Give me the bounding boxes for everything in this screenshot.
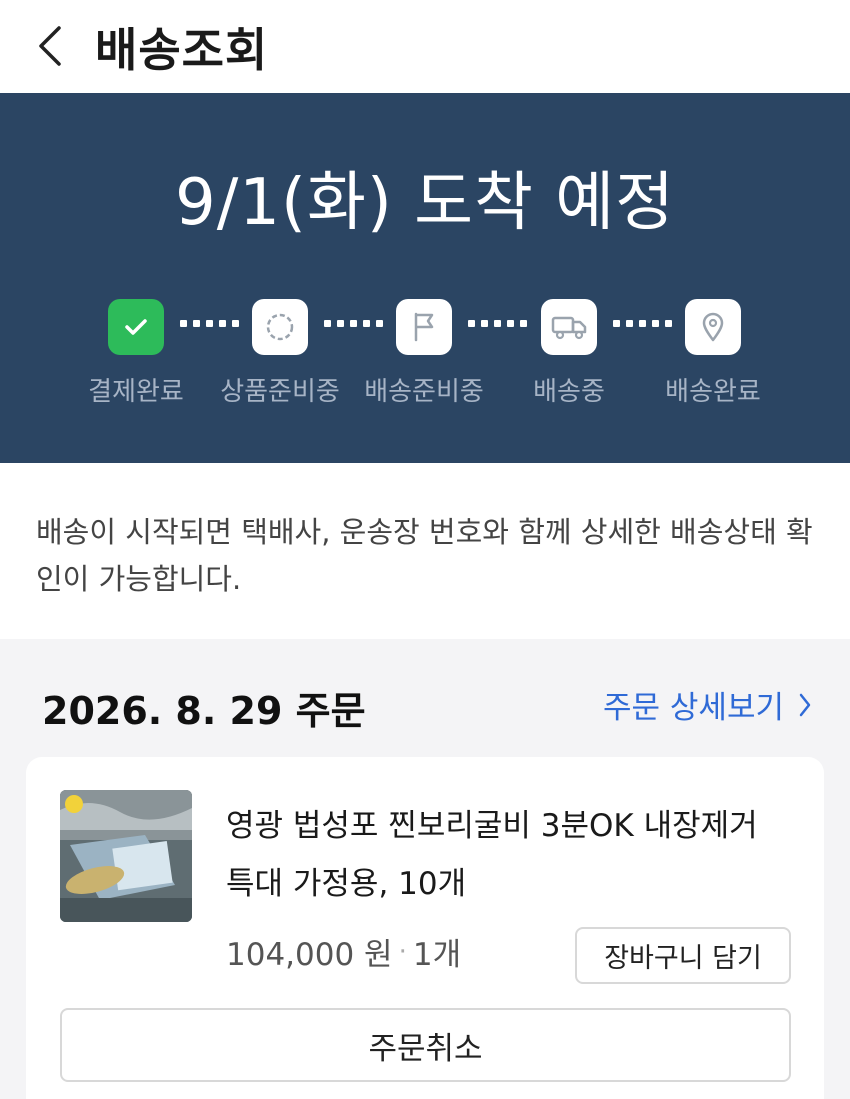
product-quantity: 1개 <box>412 937 462 973</box>
back-button[interactable] <box>28 20 72 72</box>
check-icon <box>125 319 147 335</box>
chevron-left-icon <box>39 26 61 66</box>
step-preparing-shipment <box>396 299 452 355</box>
order-detail-label: 주문 상세보기 <box>603 690 784 726</box>
step-preparing-product <box>252 299 308 355</box>
delivery-status-panel: 9/1(화) 도착 예정 결제완료 상품준비중 배송준비중 배송중 배송완료 <box>0 93 850 463</box>
loading-circle-icon <box>266 313 294 341</box>
step-label: 배송중 <box>533 377 605 407</box>
add-to-cart-button[interactable]: 장바구니 담기 <box>575 927 791 984</box>
step-in-transit <box>541 299 597 355</box>
location-pin-icon <box>702 312 724 342</box>
price-quantity: 104,000 원 · 1개 <box>226 929 461 974</box>
step-delivered <box>685 299 741 355</box>
cancel-order-button[interactable]: 주문취소 <box>60 1008 791 1082</box>
step-connector <box>324 319 383 327</box>
step-label: 배송준비중 <box>364 377 484 407</box>
step-connector <box>180 319 239 327</box>
shipping-notice: 배송이 시작되면 택배사, 운송장 번호와 함께 상세한 배송상태 확인이 가능… <box>0 463 850 639</box>
product-name[interactable]: 영광 법성포 찐보리굴비 3분OK 내장제거 특대 가정용, 10개 <box>226 797 796 913</box>
product-price: 104,000 원 <box>226 937 393 973</box>
order-detail-link[interactable]: 주문 상세보기 <box>603 682 812 727</box>
step-label: 상품준비중 <box>220 377 340 407</box>
order-date: 2026. 8. 29 주문 <box>42 689 366 733</box>
product-thumbnail[interactable] <box>60 790 192 922</box>
truck-icon <box>551 316 587 340</box>
arrival-estimate: 9/1(화) 도착 예정 <box>174 166 676 240</box>
chevron-right-icon <box>799 693 811 716</box>
step-label: 배송완료 <box>665 377 761 407</box>
notice-text: 배송이 시작되면 택배사, 운송장 번호와 함께 상세한 배송상태 확인이 가능… <box>36 515 813 596</box>
order-item-card: 영광 법성포 찐보리굴비 3분OK 내장제거 특대 가정용, 10개 104,0… <box>26 757 824 1099</box>
step-label: 결제완료 <box>88 377 184 407</box>
step-connector <box>468 319 527 327</box>
page-title: 배송조회 <box>95 23 269 77</box>
step-connector <box>613 319 672 327</box>
top-bar: 배송조회 <box>0 0 850 93</box>
flag-icon <box>414 312 434 342</box>
separator: · <box>398 936 407 967</box>
product-image-icon <box>60 790 192 922</box>
step-payment-complete <box>108 299 164 355</box>
